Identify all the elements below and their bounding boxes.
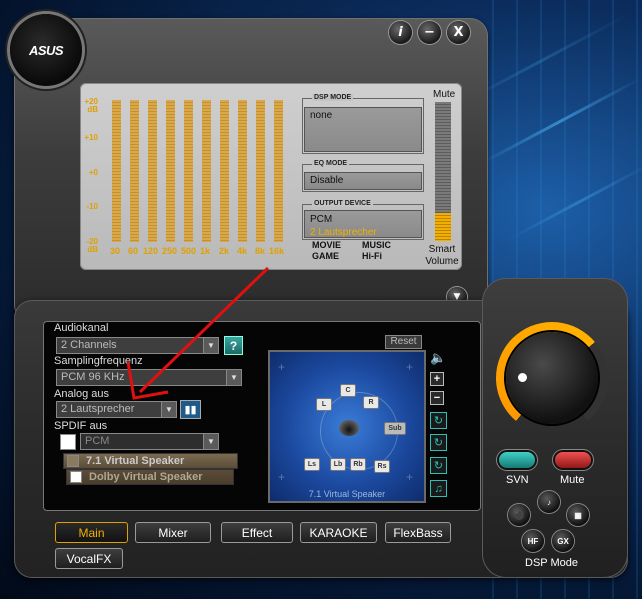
annotation-arrow — [126, 266, 270, 400]
arrow-head — [126, 361, 169, 400]
arrow-shaft — [138, 266, 270, 394]
